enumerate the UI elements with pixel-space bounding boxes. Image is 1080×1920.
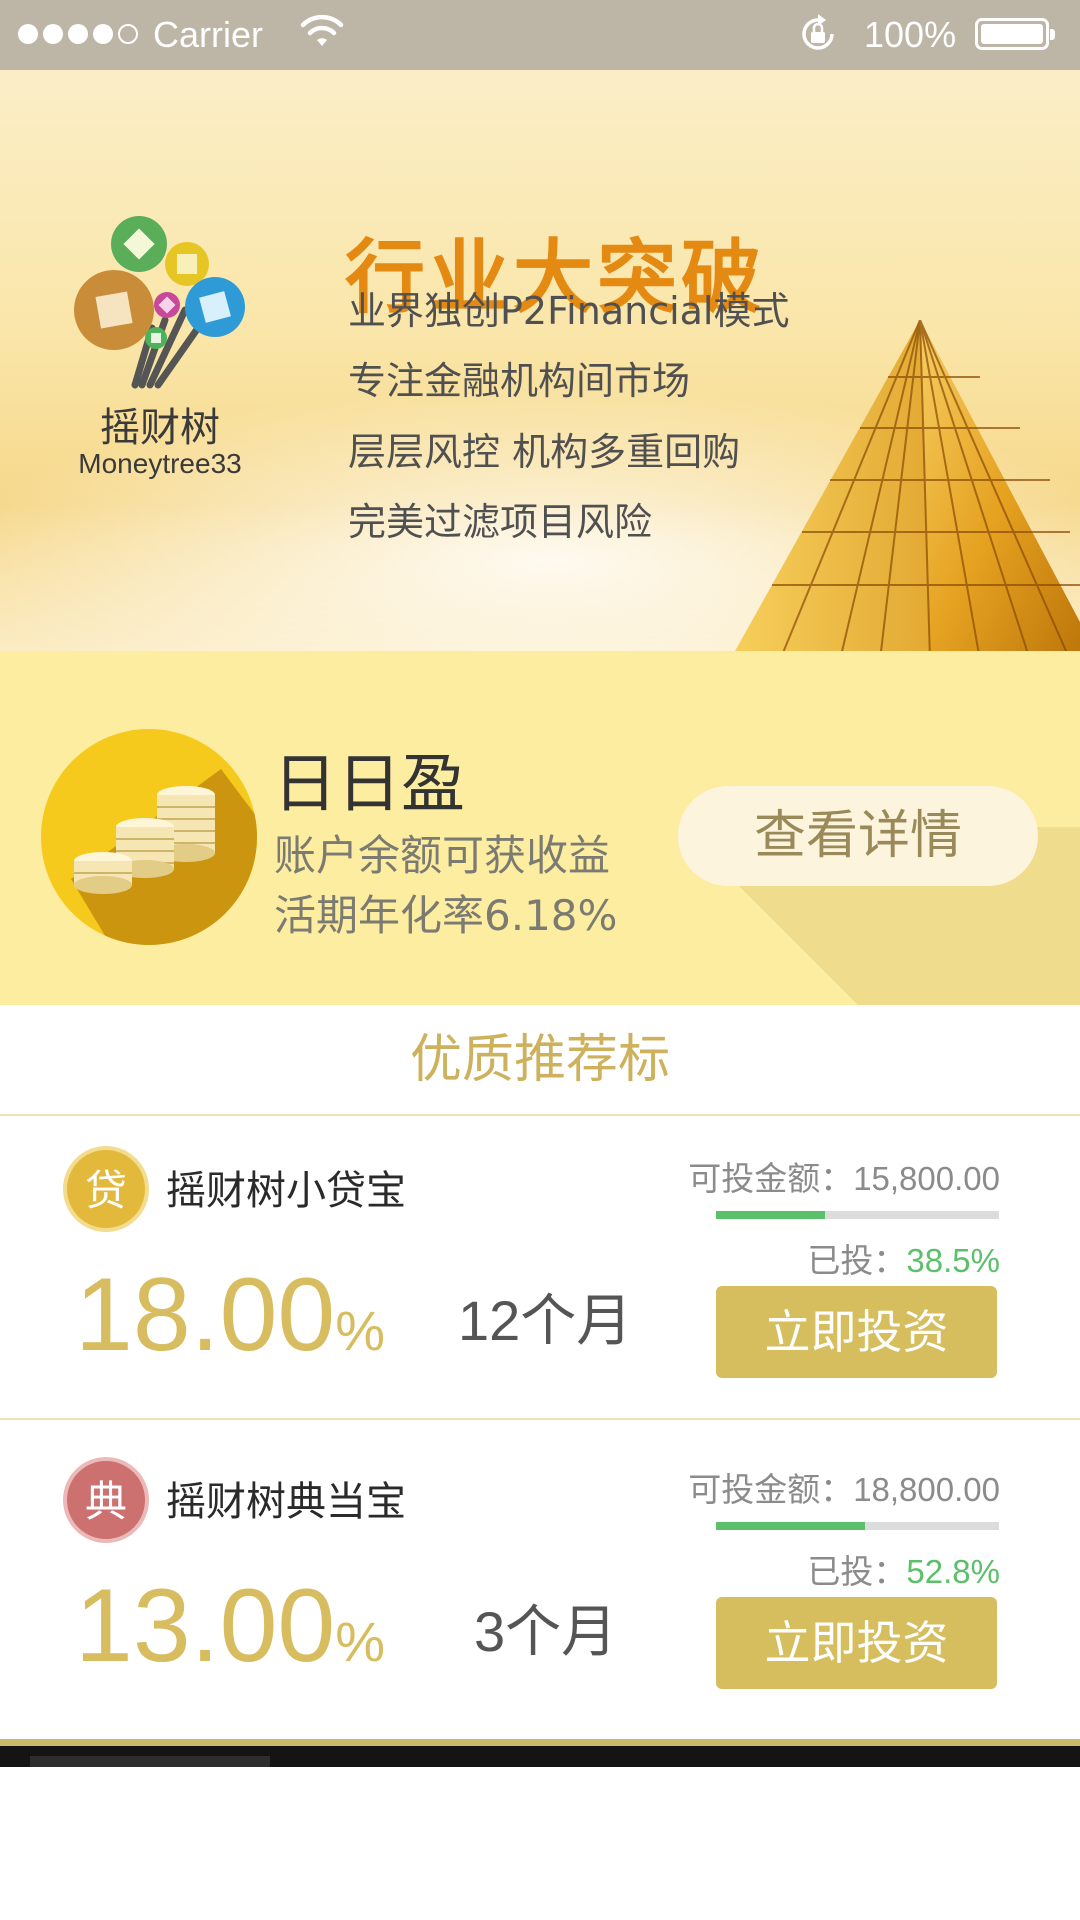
rotation-lock-icon [802,14,834,50]
banner-line-2: 专注金融机构间市场 [348,359,691,403]
product-card[interactable]: 典 摇财树典当宝 13.00% 3个月 可投金额：18,800.00 已投：52… [0,1427,1080,1737]
invested-percent: 已投：52.8% [807,1553,1000,1590]
wifi-icon [300,14,344,46]
available-amount: 可投金额：15,800.00 [688,1160,1000,1197]
tab-bar-border [0,1739,1080,1746]
product-name: 摇财树小贷宝 [166,1168,406,1214]
available-amount: 可投金额：18,800.00 [688,1471,1000,1508]
invested-percent: 已投：38.5% [807,1242,1000,1279]
annual-rate: 13.00% [75,1568,386,1684]
tab-bar [0,1746,1080,1767]
battery-percent: 100% [864,14,957,55]
banner-line-1: 业界独创P2Financial模式 [348,289,790,333]
view-details-button[interactable]: 查看详情 [678,786,1038,886]
tree-logo-icon [74,216,245,389]
banner-line-3: 层层风控 机构多重回购 [348,430,741,474]
product-term: 3个月 [474,1600,618,1663]
battery-icon [975,18,1055,50]
logo-name: 摇财树 [100,405,220,451]
loan-badge-icon: 贷 [63,1146,149,1232]
pyramid-illustration [735,320,1080,651]
product-card[interactable]: 贷 摇财树小贷宝 18.00% 12个月 可投金额：15,800.00 已投：3… [0,1116,1080,1426]
product-term: 12个月 [458,1289,633,1352]
daily-product-desc: 账户余额可获收益 [274,831,611,880]
invest-now-button[interactable]: 立即投资 [716,1286,997,1378]
product-name: 摇财树典当宝 [166,1479,406,1525]
pawn-badge-icon: 典 [63,1457,149,1543]
invest-progress-bar [716,1522,999,1530]
promo-banner[interactable]: 摇财树 Moneytree33 行业大突破 业界独创P2Financial模式 … [0,70,1080,651]
invest-progress-bar [716,1211,999,1219]
moneytree-logo: 摇财树 Moneytree33 [60,210,260,550]
invest-now-button[interactable]: 立即投资 [716,1597,997,1689]
section-title: 优质推荐标 [0,1005,1080,1115]
carrier-label: Carrier [153,14,264,55]
signal-strength-icon [18,24,138,44]
banner-line-4: 完美过滤项目风险 [348,500,653,544]
annual-rate: 18.00% [75,1257,386,1373]
coin-stack-icon [41,729,257,945]
daily-product-title: 日日盈 [273,748,465,822]
logo-english-name: Moneytree33 [78,448,242,479]
divider [0,1418,1080,1420]
daily-product-rate: 活期年化率6.18% [274,891,618,940]
status-bar: Carrier 100% [0,0,1080,70]
daily-product-card[interactable]: 日日盈 账户余额可获收益 活期年化率6.18% 查看详情 [0,651,1080,1005]
